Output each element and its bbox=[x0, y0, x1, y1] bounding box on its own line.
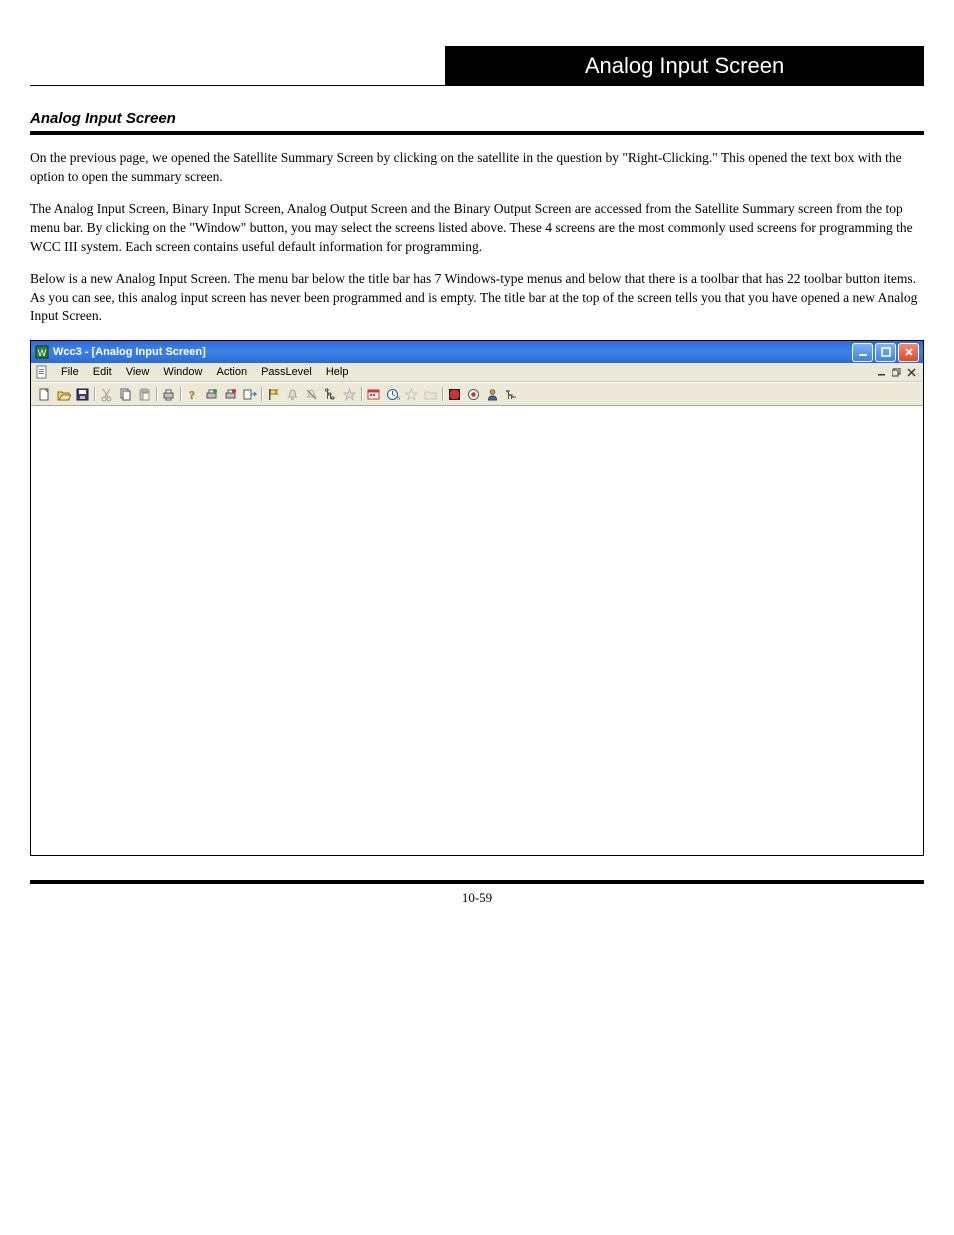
window-maximize-button[interactable] bbox=[875, 343, 896, 362]
client-area bbox=[31, 406, 923, 855]
svg-text:W: W bbox=[38, 348, 47, 358]
svg-text:?: ? bbox=[189, 388, 195, 402]
toolbar-separator bbox=[178, 385, 182, 403]
paragraph-1: On the previous page, we opened the Sate… bbox=[30, 149, 924, 186]
toolbar-save-icon[interactable] bbox=[73, 385, 91, 403]
toolbar-tree-icon[interactable] bbox=[321, 385, 339, 403]
toolbar-folder-icon[interactable] bbox=[421, 385, 439, 403]
toolbar-clock-icon[interactable]: N bbox=[383, 385, 401, 403]
page-header: Analog Input Screen bbox=[30, 46, 924, 86]
footer-rule bbox=[30, 880, 924, 884]
mdi-minimize-button[interactable] bbox=[877, 368, 886, 377]
toolbar-star-icon[interactable] bbox=[340, 385, 358, 403]
toolbar-bell-icon[interactable] bbox=[283, 385, 301, 403]
toolbar-separator bbox=[259, 385, 263, 403]
toolbar-flag-icon[interactable] bbox=[264, 385, 282, 403]
app-icon: W bbox=[35, 345, 49, 359]
page-number: 10-59 bbox=[30, 890, 924, 906]
toolbar-copy-icon[interactable] bbox=[116, 385, 134, 403]
window-minimize-button[interactable] bbox=[852, 343, 873, 362]
header-rule-left bbox=[30, 84, 445, 86]
toolbar-separator bbox=[92, 385, 96, 403]
toolbar-record-icon[interactable] bbox=[464, 385, 482, 403]
menu-file[interactable]: File bbox=[54, 365, 86, 379]
mdi-doc-icon bbox=[34, 364, 50, 380]
toolbar-print-icon[interactable] bbox=[159, 385, 177, 403]
toolbar-separator bbox=[154, 385, 158, 403]
mdi-restore-button[interactable] bbox=[892, 368, 901, 377]
toolbar-new-icon[interactable] bbox=[35, 385, 53, 403]
section-title: Analog Input Screen bbox=[30, 110, 924, 127]
toolbar-send-red-icon[interactable] bbox=[221, 385, 239, 403]
toolbar-open-icon[interactable] bbox=[54, 385, 72, 403]
toolbar-send-blue-icon[interactable] bbox=[240, 385, 258, 403]
toolbar-separator bbox=[359, 385, 363, 403]
toolbar-mute-icon[interactable] bbox=[302, 385, 320, 403]
paragraph-3: Below is a new Analog Input Screen. The … bbox=[30, 270, 924, 326]
menu-help[interactable]: Help bbox=[319, 365, 356, 379]
menu-window[interactable]: Window bbox=[156, 365, 209, 379]
section-rule bbox=[30, 131, 924, 135]
toolbar-separator bbox=[440, 385, 444, 403]
mdi-close-button[interactable] bbox=[907, 368, 916, 377]
paragraph-2: The Analog Input Screen, Binary Input Sc… bbox=[30, 200, 924, 256]
body-text: On the previous page, we opened the Sate… bbox=[30, 149, 924, 326]
toolbar-person-icon[interactable] bbox=[483, 385, 501, 403]
window-close-button[interactable] bbox=[898, 343, 919, 362]
titlebar[interactable]: W Wcc3 - [Analog Input Screen] bbox=[31, 341, 923, 363]
toolbar-list-icon[interactable] bbox=[502, 385, 520, 403]
toolbar-star2-icon[interactable] bbox=[402, 385, 420, 403]
titlebar-text: Wcc3 - [Analog Input Screen] bbox=[53, 346, 206, 358]
menu-edit[interactable]: Edit bbox=[86, 365, 119, 379]
toolbar-stop-icon[interactable] bbox=[445, 385, 463, 403]
menu-action[interactable]: Action bbox=[209, 365, 254, 379]
menu-view[interactable]: View bbox=[119, 365, 157, 379]
toolbar-cut-icon[interactable] bbox=[97, 385, 115, 403]
toolbar-send-green-icon[interactable] bbox=[202, 385, 220, 403]
toolbar: ? bbox=[31, 382, 923, 406]
svg-text:N: N bbox=[397, 397, 400, 402]
toolbar-help-icon[interactable]: ? bbox=[183, 385, 201, 403]
screenshot-wcc3-window: W Wcc3 - [Analog Input Screen] File bbox=[30, 340, 924, 856]
toolbar-calendar-icon[interactable] bbox=[364, 385, 382, 403]
menu-passlevel[interactable]: PassLevel bbox=[254, 365, 319, 379]
header-black-box: Analog Input Screen bbox=[445, 46, 924, 86]
menubar: File Edit View Window Action PassLevel H… bbox=[31, 363, 923, 382]
toolbar-paste-icon[interactable] bbox=[135, 385, 153, 403]
